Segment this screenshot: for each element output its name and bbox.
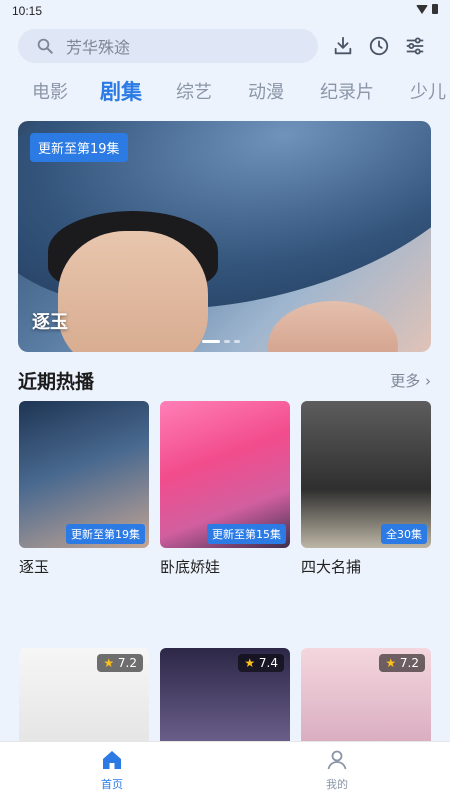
rating-badge: ★ 7.2 — [379, 654, 425, 672]
episode-badge: 更新至第15集 — [207, 524, 286, 544]
pagination-dot — [234, 340, 240, 343]
section-title: 近期热播 — [18, 371, 95, 393]
wifi-icon — [416, 4, 428, 14]
more-link[interactable]: 更多 › — [390, 370, 431, 391]
tab-kids[interactable]: 少儿 — [410, 78, 446, 104]
rating-badge: ★ 7.2 — [97, 654, 143, 672]
show-card[interactable]: 全30集 四大名捕 — [301, 401, 431, 577]
tab-documentary[interactable]: 纪录片 — [320, 78, 374, 104]
battery-icon — [432, 4, 438, 14]
show-poster[interactable]: 更新至第19集 — [19, 401, 149, 548]
user-icon — [327, 750, 347, 770]
nav-home[interactable]: 首页 — [72, 748, 152, 792]
banner-title: 逐玉 — [32, 312, 68, 333]
banner-artwork-face-2 — [268, 301, 398, 352]
pagination-dot-active — [202, 340, 220, 343]
nav-home-label: 首页 — [101, 778, 123, 791]
history-icon[interactable] — [368, 35, 390, 57]
episode-badge: 全30集 — [381, 524, 427, 544]
banner-episode-badge: 更新至第19集 — [30, 133, 128, 162]
show-poster[interactable]: ★ 7.2 — [301, 648, 431, 743]
search-row: 芳华殊途 — [18, 28, 438, 64]
banner-pagination — [202, 340, 240, 343]
show-poster[interactable]: 更新至第15集 — [160, 401, 290, 548]
category-tabs: 电影 剧集 综艺 动漫 纪录片 少儿 — [0, 78, 450, 114]
show-title: 逐玉 — [19, 558, 50, 576]
tab-variety[interactable]: 综艺 — [176, 78, 212, 104]
search-input[interactable]: 芳华殊途 — [18, 29, 318, 63]
show-poster[interactable]: ★ 7.4 — [160, 648, 290, 743]
show-poster[interactable]: 全30集 — [301, 401, 431, 548]
banner-artwork-face — [58, 231, 208, 352]
rating-value: 7.4 — [258, 656, 278, 670]
download-icon[interactable] — [332, 35, 354, 57]
show-title: 卧底娇娃 — [160, 558, 221, 576]
rating-value: 7.2 — [399, 656, 419, 670]
rating-badge: ★ 7.4 — [238, 654, 284, 672]
status-bar: 10:15 — [0, 0, 450, 22]
star-icon: ★ — [385, 656, 397, 670]
bottom-nav: 首页 我的 — [0, 741, 450, 801]
home-icon — [103, 751, 121, 769]
search-placeholder: 芳华殊途 — [66, 38, 131, 57]
section-header: 近期热播 更多 › — [18, 367, 431, 393]
show-card[interactable]: 更新至第19集 逐玉 — [19, 401, 149, 577]
star-icon: ★ — [244, 656, 256, 670]
tab-series[interactable]: 剧集 — [100, 78, 142, 106]
show-poster[interactable]: ★ 7.2 — [19, 648, 149, 743]
star-icon: ★ — [103, 656, 115, 670]
top-actions — [332, 35, 426, 57]
rating-value: 7.2 — [117, 656, 137, 670]
nav-profile-label: 我的 — [326, 778, 348, 791]
status-time: 10:15 — [12, 4, 43, 18]
show-title: 四大名捕 — [301, 558, 362, 576]
episode-badge: 更新至第19集 — [66, 524, 145, 544]
settings-sliders-icon[interactable] — [404, 35, 426, 57]
tab-movie[interactable]: 电影 — [32, 78, 68, 104]
search-icon — [37, 38, 53, 54]
show-card[interactable]: 更新至第15集 卧底娇娃 — [160, 401, 290, 577]
featured-banner[interactable]: 更新至第19集 逐玉 — [18, 121, 431, 352]
nav-profile[interactable]: 我的 — [297, 748, 377, 792]
tab-anime[interactable]: 动漫 — [248, 78, 284, 104]
status-icons — [416, 4, 438, 14]
pagination-dot — [224, 340, 230, 343]
